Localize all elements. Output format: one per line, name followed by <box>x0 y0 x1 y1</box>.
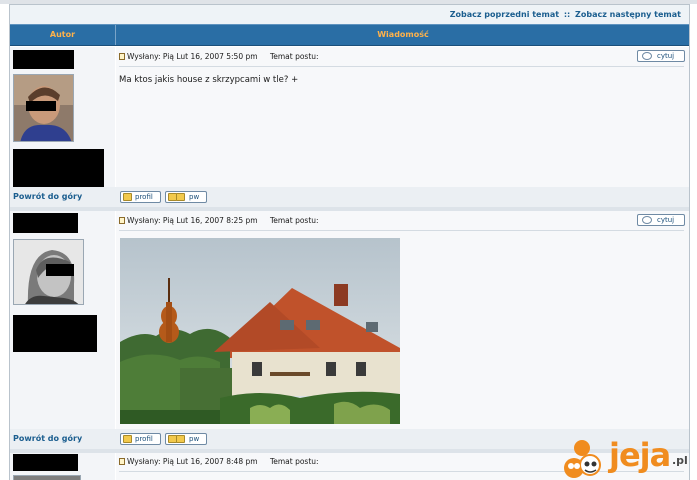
subject-label: Temat postu: <box>269 457 319 466</box>
subject-label: Temat postu: <box>269 216 319 225</box>
post-icon <box>119 458 125 465</box>
author-column-header: Autor <box>10 25 116 45</box>
post-icon <box>119 53 125 60</box>
subject-label: Temat postu: <box>269 52 319 61</box>
post-2-message-column: Wysłany: Pią Lut 16, 2007 8:25 pm Temat … <box>117 211 689 429</box>
message-column-header: Wiadomość <box>377 30 429 39</box>
forum-topic-frame: Zobacz poprzedni temat :: Zobacz następn… <box>9 4 690 480</box>
profile-label: profil <box>135 435 153 443</box>
post-2-image <box>120 238 400 424</box>
nav-separator: :: <box>563 10 571 19</box>
avatar-image <box>14 240 83 304</box>
quote-button[interactable]: cytuj <box>637 214 685 226</box>
posts-table-header: Autor Wiadomość <box>10 24 689 46</box>
post-1: Wysłany: Pią Lut 16, 2007 5:50 pm Temat … <box>10 47 689 187</box>
pm-icon-second <box>176 435 185 443</box>
speech-bubble-icon <box>642 52 652 60</box>
post-2-meta: Wysłany: Pią Lut 16, 2007 8:25 pm Temat … <box>119 215 319 227</box>
redacted-username <box>13 50 74 69</box>
avatar <box>13 74 74 142</box>
avatar <box>13 475 81 480</box>
post-date: Pią Lut 16, 2007 5:50 pm <box>162 52 258 61</box>
pm-button[interactable]: pw <box>165 433 207 445</box>
profile-button[interactable]: profil <box>120 191 161 203</box>
post-1-meta: Wysłany: Pią Lut 16, 2007 5:50 pm Temat … <box>119 51 319 63</box>
profile-button[interactable]: profil <box>120 433 161 445</box>
pm-button[interactable]: pw <box>165 191 207 203</box>
post-2-author-column <box>10 211 116 429</box>
profile-icon <box>123 193 132 201</box>
redacted-user-info <box>13 149 104 187</box>
profile-icon <box>123 435 132 443</box>
back-to-top-link[interactable]: Powrót do góry <box>13 434 82 443</box>
post-icon <box>119 217 125 224</box>
pm-icon-second <box>176 193 185 201</box>
jeja-watermark: jeja .pl <box>560 434 697 480</box>
prev-topic-link[interactable]: Zobacz poprzedni temat <box>450 10 559 19</box>
quote-button[interactable]: cytuj <box>637 50 685 62</box>
watermark-tld: .pl <box>672 454 688 467</box>
avatar-image <box>14 75 73 141</box>
post-date: Pią Lut 16, 2007 8:48 pm <box>162 457 258 466</box>
post-1-body: Ma ktos jakis house z skrzypcami w tle? … <box>119 75 299 85</box>
redacted-user-info <box>13 315 97 352</box>
jeja-logo-icon <box>564 440 601 478</box>
post-2: Wysłany: Pią Lut 16, 2007 8:25 pm Temat … <box>10 211 689 429</box>
avatar <box>13 239 84 305</box>
post-1-footer: Powrót do góry profil pw <box>10 187 689 207</box>
house-with-violin-photo <box>120 238 400 424</box>
quote-label: cytuj <box>657 216 675 224</box>
quote-label: cytuj <box>657 52 675 60</box>
post-1-author-column <box>10 47 116 187</box>
post-3-meta: Wysłany: Pią Lut 16, 2007 8:48 pm Temat … <box>119 456 319 468</box>
pm-label: pw <box>189 193 200 201</box>
posted-label: Wysłany: <box>127 216 161 225</box>
redacted-username <box>13 213 78 233</box>
profile-label: profil <box>135 193 153 201</box>
watermark-brand: jeja <box>609 436 671 474</box>
post-divider <box>119 66 684 67</box>
post-divider <box>119 230 684 231</box>
next-topic-link[interactable]: Zobacz następny temat <box>575 10 681 19</box>
post-date: Pią Lut 16, 2007 8:25 pm <box>162 216 258 225</box>
posted-label: Wysłany: <box>127 52 161 61</box>
pm-label: pw <box>189 435 200 443</box>
posted-label: Wysłany: <box>127 457 161 466</box>
speech-bubble-icon <box>642 216 652 224</box>
topic-navigation: Zobacz poprzedni temat :: Zobacz następn… <box>10 5 689 24</box>
redacted-username <box>13 454 78 471</box>
post-3-author-column <box>10 453 116 480</box>
post-1-message-column: Wysłany: Pią Lut 16, 2007 5:50 pm Temat … <box>117 47 689 187</box>
back-to-top-link[interactable]: Powrót do góry <box>13 192 82 201</box>
